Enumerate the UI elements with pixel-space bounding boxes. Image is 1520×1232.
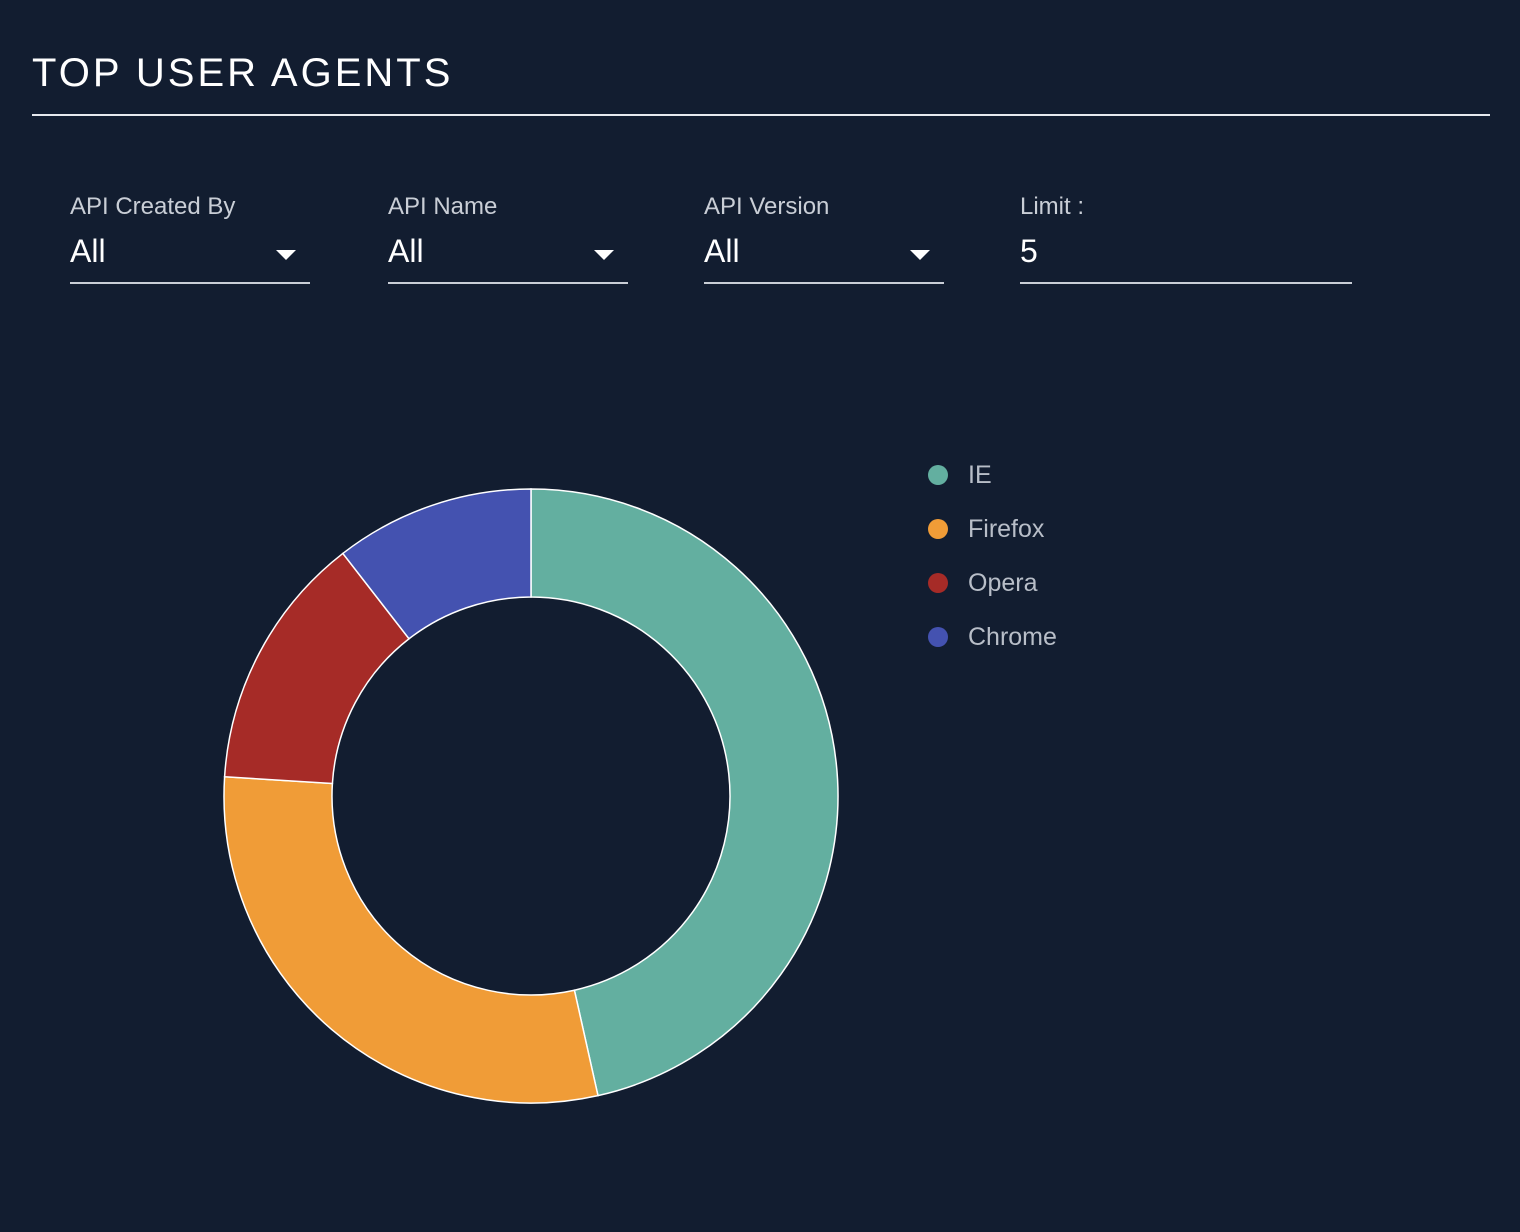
legend-item-firefox[interactable]: Firefox: [928, 502, 1057, 556]
legend-label: Opera: [968, 569, 1038, 597]
donut-chart: [223, 488, 839, 1104]
legend-swatch: [928, 465, 948, 485]
chart-legend: IE Firefox Opera Chrome: [928, 448, 1057, 664]
legend-label: IE: [968, 461, 992, 489]
legend-label: Chrome: [968, 623, 1057, 651]
donut-chart-area: [0, 0, 1520, 1232]
legend-swatch: [928, 573, 948, 593]
legend-item-opera[interactable]: Opera: [928, 556, 1057, 610]
slice-firefox[interactable]: [223, 775, 599, 1104]
legend-swatch: [928, 627, 948, 647]
legend-item-chrome[interactable]: Chrome: [928, 610, 1057, 664]
legend-swatch: [928, 519, 948, 539]
top-user-agents-panel: TOP USER AGENTS API Created By All API N…: [0, 0, 1520, 1232]
legend-item-ie[interactable]: IE: [928, 448, 1057, 502]
legend-label: Firefox: [968, 515, 1045, 543]
